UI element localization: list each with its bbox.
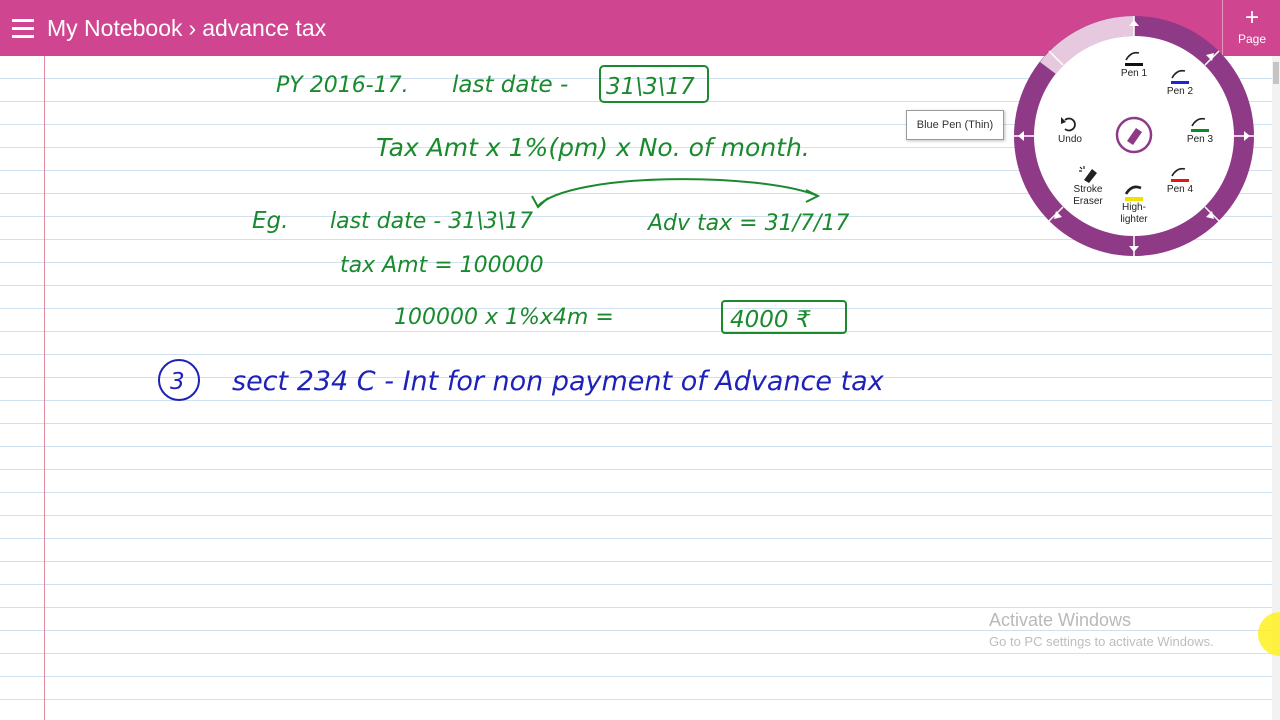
activate-windows-subtitle: Go to PC settings to activate Windows. — [989, 634, 1214, 649]
pen-2-button[interactable]: Pen 2 — [1162, 66, 1198, 98]
stroke-eraser-button[interactable]: Stroke Eraser — [1066, 164, 1110, 208]
pen-red-icon — [1171, 167, 1189, 182]
breadcrumb-section[interactable]: advance tax — [202, 15, 326, 41]
undo-label: Undo — [1058, 134, 1082, 145]
highlighter-button[interactable]: High-lighter — [1116, 182, 1152, 226]
scrollbar-thumb[interactable] — [1273, 62, 1279, 84]
activate-windows-title: Activate Windows — [989, 610, 1132, 630]
page-margin-line — [44, 56, 45, 720]
stroke-eraser-icon — [1079, 166, 1097, 183]
hamburger-menu-icon[interactable] — [12, 14, 34, 42]
pen-4-button[interactable]: Pen 4 — [1162, 164, 1198, 196]
highlighter-label: High-lighter — [1120, 202, 1148, 225]
pen-tooltip: Blue Pen (Thin) — [906, 110, 1004, 140]
pen-2-label: Pen 2 — [1166, 86, 1194, 97]
radial-pen-menu[interactable]: Pen 1 Pen 2 Pen 3 Pen 4 Undo Stroke Eras… — [1010, 12, 1258, 260]
pen-black-icon — [1125, 51, 1143, 66]
pen-3-button[interactable]: Pen 3 — [1182, 114, 1218, 146]
breadcrumb: My Notebook › advance tax — [47, 14, 326, 42]
pen-green-icon — [1191, 117, 1209, 132]
pen-4-label: Pen 4 — [1166, 184, 1194, 195]
pen-1-button[interactable]: Pen 1 — [1116, 48, 1152, 80]
breadcrumb-notebook[interactable]: My Notebook — [47, 15, 183, 41]
stroke-eraser-label: Stroke Eraser — [1073, 184, 1103, 207]
pen-3-label: Pen 3 — [1186, 134, 1214, 145]
undo-button[interactable]: Undo — [1052, 114, 1088, 146]
pen-blue-icon — [1171, 69, 1189, 84]
breadcrumb-separator: › — [188, 15, 197, 41]
highlighter-icon — [1124, 185, 1143, 201]
pen-1-label: Pen 1 — [1120, 68, 1148, 79]
undo-icon — [1061, 117, 1076, 132]
